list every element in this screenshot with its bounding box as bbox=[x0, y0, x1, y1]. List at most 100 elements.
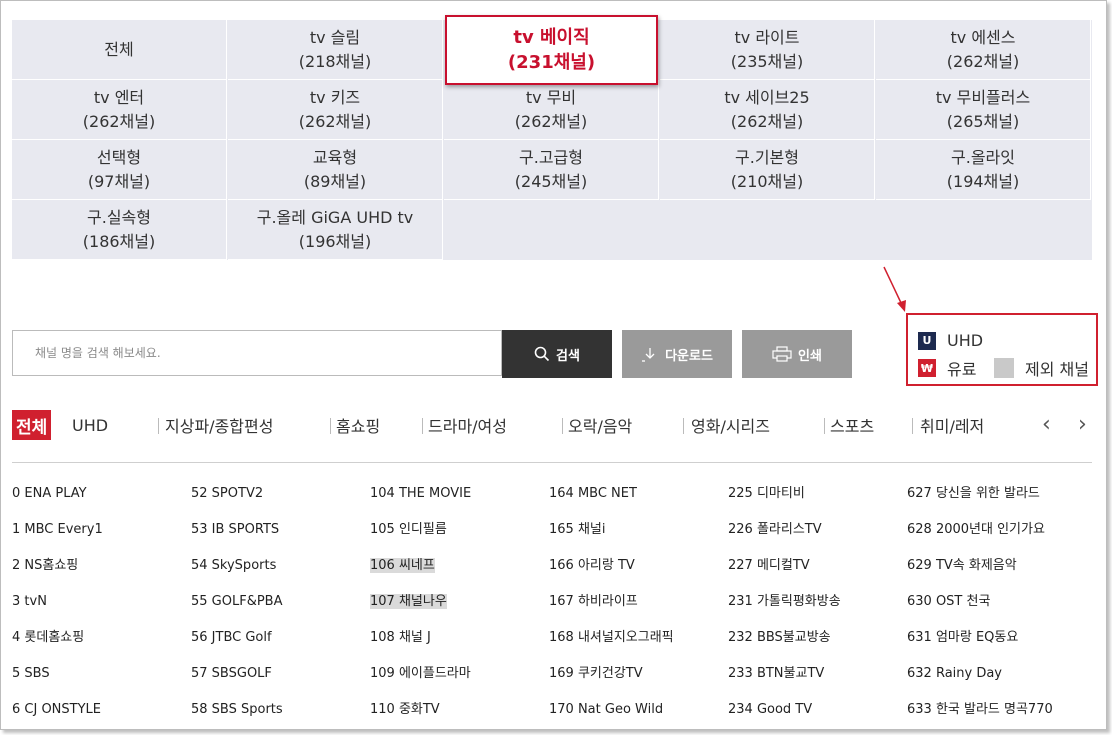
package-count: (186채널) bbox=[82, 231, 156, 251]
tab-separator bbox=[422, 418, 423, 434]
channel-name: 2 NS홈쇼핑 bbox=[12, 558, 79, 573]
channel-item: 6 CJ ONSTYLE bbox=[12, 699, 103, 735]
channel-name: 227 메디컬TV bbox=[728, 558, 810, 573]
channel-name: 52 SPOTV2 bbox=[191, 486, 264, 501]
channel-item: 630 OST 천국 bbox=[907, 591, 1053, 627]
package-item[interactable]: tv 엔터 (262채널) bbox=[12, 80, 227, 140]
tabs-prev-icon[interactable]: ‹ bbox=[1042, 412, 1051, 437]
package-item[interactable]: 구.고급형 (245채널) bbox=[444, 140, 659, 200]
channel-item: 226 폴라리스TV bbox=[728, 519, 841, 555]
channel-item: 105 인디필름 bbox=[370, 519, 471, 555]
package-item[interactable]: 구.실속형 (186채널) bbox=[12, 200, 227, 260]
channel-item: 166 아리랑 TV bbox=[549, 555, 674, 591]
tabs-next-icon[interactable]: › bbox=[1078, 412, 1087, 437]
channel-name: 6 CJ ONSTYLE bbox=[12, 702, 101, 717]
channel-item: 232 BBS불교방송 bbox=[728, 627, 841, 663]
package-item[interactable]: tv 키즈 (262채널) bbox=[228, 80, 443, 140]
package-count: (89채널) bbox=[303, 171, 367, 191]
channel-item: 164 MBC NET bbox=[549, 483, 674, 519]
package-item[interactable]: tv 슬림 (218채널) bbox=[228, 20, 443, 80]
package-grid: 전체 tv 슬림 (218채널) tv 베이직 (231채널) tv 라이트 (235채널)… bbox=[12, 15, 1092, 260]
channel-name: 4 롯데홈쇼핑 bbox=[12, 630, 85, 645]
package-item[interactable]: 구.올레 GiGA UHD tv (196채널) bbox=[228, 200, 443, 260]
package-item[interactable]: 전체 bbox=[12, 20, 227, 80]
channel-item: 628 2000년대 인기가요 bbox=[907, 519, 1053, 555]
channel-column: 627 당신을 위한 발라드 628 2000년대 인기가요 629 TV속 화제음… bbox=[907, 483, 1053, 735]
tab-hobby[interactable]: 취미/레저 bbox=[920, 410, 984, 440]
package-name: tv 엔터 bbox=[93, 87, 145, 107]
channel-name: 226 폴라리스TV bbox=[728, 522, 822, 537]
download-icon bbox=[642, 348, 655, 362]
search-button-label: 검색 bbox=[556, 348, 580, 364]
tab-terrestrial[interactable]: 지상파/종합편성 bbox=[165, 410, 273, 440]
tab-separator bbox=[683, 418, 684, 434]
search-box[interactable] bbox=[12, 330, 502, 376]
package-count: (262채널) bbox=[730, 111, 804, 131]
download-button[interactable]: 다운로드 bbox=[622, 330, 732, 378]
excluded-swatch-icon bbox=[994, 358, 1014, 378]
channel-item: 165 채널i bbox=[549, 519, 674, 555]
channel-item: 57 SBSGOLF bbox=[191, 663, 283, 699]
channel-name: 104 THE MOVIE bbox=[370, 486, 472, 501]
package-item[interactable]: tv 무비플러스 (265채널) bbox=[876, 80, 1091, 140]
package-name: tv 베이직 bbox=[513, 27, 590, 48]
package-count: (196채널) bbox=[298, 231, 372, 251]
legend-uhd: U UHD bbox=[918, 331, 983, 350]
channel-item: 627 당신을 위한 발라드 bbox=[907, 483, 1053, 519]
channel-name: 628 2000년대 인기가요 bbox=[907, 522, 1045, 537]
channel-item: 5 SBS bbox=[12, 663, 103, 699]
package-item[interactable]: tv 세이브25 (262채널) bbox=[660, 80, 875, 140]
channel-item: 227 메디컬TV bbox=[728, 555, 841, 591]
tab-separator bbox=[912, 418, 913, 434]
package-count: (231채널) bbox=[507, 52, 596, 73]
channel-item: 168 내셔널지오그래픽 bbox=[549, 627, 674, 663]
package-item[interactable]: tv 라이트 (235채널) bbox=[660, 20, 875, 80]
tab-homeshopping[interactable]: 홈쇼핑 bbox=[336, 410, 380, 440]
channel-name: 0 ENA PLAY bbox=[12, 486, 87, 501]
channel-name: 169 쿠키건강TV bbox=[549, 666, 643, 681]
search-button[interactable]: 검색 bbox=[502, 330, 612, 378]
channel-column: 164 MBC NET 165 채널i 166 아리랑 TV 167 하비라이프 168… bbox=[549, 483, 674, 735]
tab-sports[interactable]: 스포츠 bbox=[830, 410, 874, 440]
package-item[interactable]: tv 베이직 (231채널) bbox=[445, 15, 658, 85]
package-item[interactable]: 구.기본형 (210채널) bbox=[660, 140, 875, 200]
package-count: (194채널) bbox=[946, 171, 1020, 191]
tab-separator bbox=[330, 418, 331, 434]
package-name: 전체 bbox=[104, 39, 134, 59]
search-input[interactable] bbox=[33, 345, 501, 361]
channel-name: 109 에이플드라마 bbox=[370, 666, 471, 681]
channel-item: 106 씨네프 bbox=[370, 555, 471, 591]
channel-name: 3 tvN bbox=[12, 594, 47, 609]
package-count: (235채널) bbox=[730, 51, 804, 71]
channel-name: 627 당신을 위한 발라드 bbox=[907, 486, 1040, 501]
tab-drama[interactable]: 드라마/여성 bbox=[428, 410, 507, 440]
tab-all[interactable]: 전체 bbox=[12, 410, 52, 440]
channel-name: 106 씨네프 bbox=[370, 558, 435, 573]
package-item[interactable]: tv 에센스 (262채널) bbox=[876, 20, 1091, 80]
channel-item: 1 MBC Every1 bbox=[12, 519, 103, 555]
channel-name: 54 SkySports bbox=[191, 558, 277, 573]
channel-name: 629 TV속 화제음악 bbox=[907, 558, 1017, 573]
package-item[interactable]: 교육형 (89채널) bbox=[228, 140, 443, 200]
channel-item: 53 IB SPORTS bbox=[191, 519, 283, 555]
package-count: (265채널) bbox=[946, 111, 1020, 131]
package-name: 선택형 bbox=[96, 147, 142, 167]
print-button[interactable]: 인쇄 bbox=[742, 330, 852, 378]
package-item[interactable]: tv 무비 (262채널) bbox=[444, 80, 659, 140]
channel-name: 232 BBS불교방송 bbox=[728, 630, 831, 645]
channel-name: 225 디마티비 bbox=[728, 486, 805, 501]
package-name: 구.올라잇 bbox=[951, 147, 1015, 167]
tab-entertainment[interactable]: 오락/음악 bbox=[568, 410, 632, 440]
package-name: tv 세이브25 bbox=[724, 87, 810, 107]
channel-item: 104 THE MOVIE bbox=[370, 483, 471, 519]
tab-movie[interactable]: 영화/시리즈 bbox=[691, 410, 770, 440]
annotation-arrow-icon bbox=[883, 266, 906, 312]
package-item[interactable]: 선택형 (97채널) bbox=[12, 140, 227, 200]
channel-item: 233 BTN불교TV bbox=[728, 663, 841, 699]
channel-name: 58 SBS Sports bbox=[191, 702, 283, 717]
channel-name: 164 MBC NET bbox=[549, 486, 637, 501]
legend-excluded: 제외 채널 bbox=[994, 356, 1089, 380]
package-item[interactable]: 구.올라잇 (194채널) bbox=[876, 140, 1091, 200]
channel-name: 53 IB SPORTS bbox=[191, 522, 280, 537]
tab-uhd[interactable]: UHD bbox=[72, 410, 108, 440]
